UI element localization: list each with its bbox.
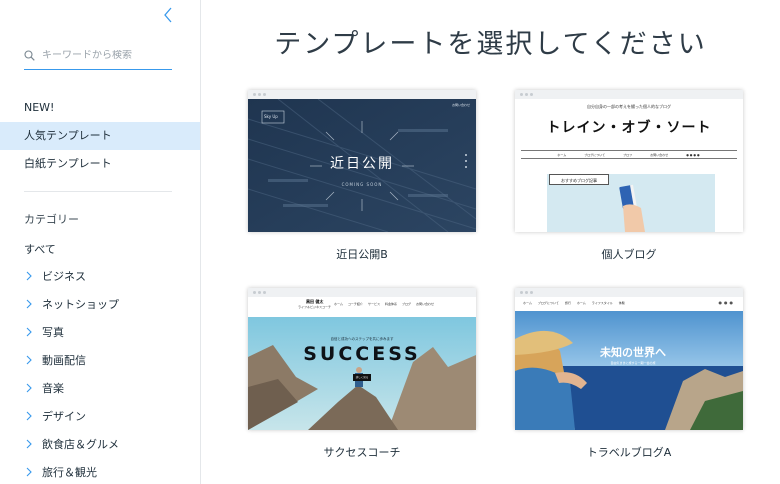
sidebar-divider [24, 191, 172, 192]
template-nav-link: ライフスタイル [591, 301, 613, 305]
category-photo[interactable]: 写真 [0, 318, 200, 346]
category-video[interactable]: 動画配信 [0, 346, 200, 374]
chevron-right-icon [26, 271, 32, 281]
sidebar-nav: NEW! 人気テンプレート 白紙テンプレート [0, 94, 200, 178]
category-label: 音楽 [42, 382, 64, 395]
template-thumbnail[interactable]: ホーム ブログについて 旅行 ホーム ライフスタイル 体験 ●●● 未知の世界へ… [515, 288, 743, 430]
template-card-personal-blog[interactable]: 自分自身の一部の考えを綴った個人的なブログ トレイン・オブ・ソート ホーム ブロ… [515, 90, 743, 262]
category-online-shop[interactable]: ネットショップ [0, 290, 200, 318]
template-nav-bar: ホーム ブログについて 旅行 ホーム ライフスタイル 体験 [523, 301, 625, 305]
category-label: デザイン [42, 410, 86, 423]
category-heading: カテゴリー [24, 213, 79, 226]
template-thumbnail[interactable]: 黒田 健太 ライフ＆ビジネスコーチ ホーム コーチ紹介 サービス 料金体系 ブロ… [248, 288, 476, 430]
template-logo-sub: ライフ＆ビジネスコーチ [298, 305, 332, 309]
browser-bar [248, 90, 476, 99]
category-travel[interactable]: 旅行＆観光 [0, 458, 200, 484]
template-thumbnail[interactable]: 自分自身の一部の考えを綴った個人的なブログ トレイン・オブ・ソート ホーム ブロ… [515, 90, 743, 232]
template-nav-link: お問い合わせ [451, 103, 470, 107]
chevron-right-icon [26, 299, 32, 309]
category-list: ビジネス ネットショップ 写真 動画配信 音楽 デザイン 飲食店＆グルメ 旅行＆… [0, 262, 200, 484]
template-name: トラベルブログA [586, 446, 672, 459]
template-headline: 近日公開 [330, 156, 394, 172]
template-nav-link: ブログについて [584, 152, 606, 157]
sidebar: NEW! 人気テンプレート 白紙テンプレート カテゴリー すべて ビジネス ネッ… [0, 0, 201, 484]
browser-bar [248, 288, 476, 297]
chevron-right-icon [26, 327, 32, 337]
template-nav-link: プロフ [623, 152, 633, 157]
category-label: 飲食店＆グルメ [42, 438, 119, 451]
template-subtext: COMING SOON [341, 182, 383, 187]
browser-bar [515, 288, 743, 297]
feature-label: おすすめブログ記事 [549, 174, 609, 185]
sidebar-item-new[interactable]: NEW! [0, 94, 200, 122]
category-design[interactable]: デザイン [0, 402, 200, 430]
search-box [24, 42, 172, 70]
template-nav-link: ホーム [523, 301, 532, 305]
template-name: サクセスコーチ [323, 446, 401, 459]
category-label: 旅行＆観光 [42, 466, 97, 479]
template-nav-link: 料金体系 [384, 302, 397, 306]
page-title: テンプレートを選択してください [274, 29, 707, 60]
template-thumbnail[interactable]: Sky Up お問い合わせ 近日公開 COMING SOON [248, 90, 476, 232]
template-nav-bar: ホーム コーチ紹介 サービス 料金体系 ブログ お問い合わせ [334, 302, 434, 306]
category-music[interactable]: 音楽 [0, 374, 200, 402]
search-icon [24, 50, 35, 61]
category-label: 写真 [42, 326, 64, 339]
template-name: 近日公開B [336, 248, 388, 261]
category-label: ネットショップ [42, 298, 119, 311]
template-nav-link: ホーム [576, 301, 586, 305]
category-business[interactable]: ビジネス [0, 262, 200, 290]
template-subtext: 自由気ままに旅する一期一会の旅 [610, 361, 656, 365]
template-headline: SUCCESS [303, 343, 421, 365]
chevron-right-icon [26, 411, 32, 421]
template-nav-link: コーチ紹介 [347, 302, 363, 306]
category-label: ビジネス [42, 270, 86, 283]
template-card-success-coach[interactable]: 黒田 健太 ライフ＆ビジネスコーチ ホーム コーチ紹介 サービス 料金体系 ブロ… [248, 288, 476, 460]
hand-holding-book-image [619, 184, 645, 232]
chevron-right-icon [26, 355, 32, 365]
template-nav-link: ブログ [401, 302, 411, 306]
search-input[interactable] [42, 50, 162, 61]
template-logo: Sky Up [264, 114, 278, 119]
template-nav-link: ブログについて [537, 301, 559, 305]
template-tagline: 自信と成功へのステップを共に歩みます [330, 337, 394, 341]
template-header [248, 297, 476, 317]
category-label: 動画配信 [42, 354, 86, 367]
social-icons: ●●●● [686, 152, 701, 157]
template-nav-link: ホーム [334, 302, 343, 306]
template-name: 個人ブログ [601, 248, 657, 261]
collapse-sidebar-button[interactable] [158, 4, 178, 26]
sidebar-item-popular-templates[interactable]: 人気テンプレート [0, 122, 200, 150]
category-all[interactable]: すべて [24, 241, 56, 257]
template-tagline: 自分自身の一部の考えを綴った個人的なブログ [587, 104, 671, 109]
chevron-left-icon [164, 7, 172, 23]
template-nav-bar: ホーム ブログについて プロフ お問い合わせ ●●●● [521, 150, 737, 159]
template-headline: トレイン・オブ・ソート [546, 120, 712, 136]
template-nav-link: ホーム [557, 152, 567, 157]
template-card-coming-soon-b[interactable]: Sky Up お問い合わせ 近日公開 COMING SOON 近日公開B [248, 90, 476, 262]
template-cta-button: 詳しく見る [353, 374, 371, 381]
chevron-right-icon [26, 439, 32, 449]
category-food[interactable]: 飲食店＆グルメ [0, 430, 200, 458]
template-nav-link: 旅行 [564, 301, 571, 305]
template-card-travel-blog-a[interactable]: ホーム ブログについて 旅行 ホーム ライフスタイル 体験 ●●● 未知の世界へ… [515, 288, 743, 460]
chevron-right-icon [26, 467, 32, 477]
sidebar-item-blank-templates[interactable]: 白紙テンプレート [0, 150, 200, 178]
coastline-traveler-image [515, 311, 743, 430]
browser-bar [515, 90, 743, 99]
template-nav-link: 体験 [618, 301, 625, 305]
social-icons: ●●● [718, 300, 735, 305]
chevron-right-icon [26, 383, 32, 393]
template-nav-link: お問い合わせ [650, 152, 669, 157]
template-nav-link: サービス [367, 302, 380, 306]
template-nav-link: お問い合わせ [415, 302, 434, 306]
template-headline: 未知の世界へ [600, 346, 666, 359]
